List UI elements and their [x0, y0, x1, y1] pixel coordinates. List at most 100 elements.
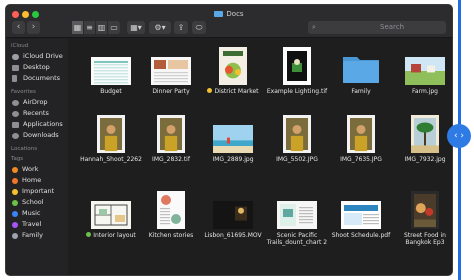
- file-item[interactable]: Street Food in Bangkok Ep3: [394, 187, 452, 246]
- sidebar-item-desktop[interactable]: Desktop: [6, 62, 68, 73]
- file-thumbnail: [219, 47, 247, 85]
- tag-dot-icon: [86, 232, 92, 237]
- file-label: IMG_7635.JPG: [330, 156, 392, 163]
- sidebar-item-label: AirDrop: [23, 98, 48, 106]
- file-item[interactable]: Farm.jpg: [394, 43, 452, 95]
- sidebar-tag-label: Travel: [22, 220, 42, 228]
- sidebar-tag-home[interactable]: Home: [6, 175, 68, 186]
- file-label: IMG_7932.jpg: [394, 156, 452, 163]
- sidebar-tag-travel[interactable]: Travel: [6, 219, 68, 230]
- file-thumbnail: [97, 115, 125, 153]
- file-thumbnail: [411, 191, 439, 229]
- file-thumbnail: [283, 47, 311, 85]
- file-item[interactable]: Example Lighting.tif: [266, 43, 328, 95]
- sidebar-tag-important[interactable]: Important: [6, 186, 68, 197]
- folder-icon: [341, 51, 381, 85]
- list-view-button[interactable]: ≡: [84, 21, 96, 34]
- share-button[interactable]: ⇪: [174, 21, 188, 34]
- file-item[interactable]: Lisbon_61695.MOV: [202, 187, 264, 239]
- sidebar-tag-school[interactable]: School: [6, 197, 68, 208]
- file-thumbnail: [283, 115, 311, 153]
- view-mode-control: ▦ ≡ ▥ ▭: [72, 21, 120, 34]
- sidebar-item-icloud-drive[interactable]: iCloud Drive: [6, 51, 68, 62]
- sidebar-item-downloads[interactable]: Downloads: [6, 130, 68, 141]
- sidebar-item-applications[interactable]: Applications: [6, 119, 68, 130]
- file-thumbnail: [151, 57, 191, 85]
- sidebar-item-documents[interactable]: Documents: [6, 73, 68, 84]
- back-button[interactable]: ‹: [12, 21, 25, 34]
- file-item[interactable]: Interior layout: [80, 187, 142, 239]
- sidebar-tag-label: School: [22, 198, 44, 206]
- cloud-icon: [12, 53, 19, 60]
- icon-view-button[interactable]: ▦: [72, 21, 84, 34]
- sidebar-tag-music[interactable]: Music: [6, 208, 68, 219]
- sidebar-tag-work[interactable]: Work: [6, 164, 68, 175]
- file-item[interactable]: IMG_2889.jpg: [202, 111, 264, 163]
- file-thumbnail: [213, 201, 253, 229]
- gallery-view-button[interactable]: ▭: [108, 21, 120, 34]
- tag-color-dot-icon: [12, 177, 18, 184]
- file-item[interactable]: IMG_7932.jpg: [394, 111, 452, 163]
- tag-color-dot-icon: [12, 166, 18, 173]
- file-label: Dinner Party: [140, 88, 202, 95]
- file-item[interactable]: IMG_7635.JPG: [330, 111, 392, 163]
- forward-button[interactable]: ›: [27, 21, 40, 34]
- sidebar-tag-label: Family: [22, 231, 43, 239]
- file-label: Hannah_Shoot_2262: [80, 156, 142, 163]
- sidebar-item-label: Desktop: [23, 63, 50, 71]
- window-title: Docs: [6, 10, 452, 18]
- tag-button[interactable]: ⬭: [192, 21, 206, 34]
- file-thumbnail: [277, 201, 317, 229]
- search-input[interactable]: ⌕ Search: [308, 21, 446, 34]
- tag-color-dot-icon: [12, 210, 18, 217]
- sidebar-tag-family[interactable]: Family: [6, 230, 68, 241]
- file-item[interactable]: District Market: [202, 43, 264, 95]
- file-name: IMG_7932.jpg: [404, 156, 446, 163]
- file-name: District Market: [214, 88, 259, 95]
- file-item[interactable]: Kitchen stories: [140, 187, 202, 239]
- file-label: IMG_5502.JPG: [266, 156, 328, 163]
- file-name: IMG_5502.JPG: [276, 156, 318, 163]
- split-handle-button[interactable]: ‹ ›: [447, 124, 471, 148]
- applications-icon: [12, 121, 19, 128]
- group-by-button[interactable]: ▦▾: [127, 21, 145, 34]
- sidebar: iCloud iCloud Drive Desktop Documents Fa…: [6, 39, 68, 275]
- sidebar-item-airdrop[interactable]: AirDrop: [6, 97, 68, 108]
- file-label: Budget: [80, 88, 142, 95]
- file-item[interactable]: Scenic Pacific Trails_dount_chart 2: [266, 187, 328, 246]
- file-item[interactable]: Hannah_Shoot_2262: [80, 111, 142, 163]
- sidebar-tag-label: Music: [22, 209, 41, 217]
- file-thumbnail: [213, 125, 253, 153]
- file-item[interactable]: Budget: [80, 43, 142, 95]
- finder-window: Docs ‹ › ▦ ≡ ▥ ▭ ▦▾ ⚙▾ ⇪ ⬭ ⌕ Search iClou…: [5, 4, 453, 276]
- desktop-icon: [12, 64, 19, 71]
- action-button[interactable]: ⚙▾: [149, 21, 171, 34]
- document-icon: [12, 75, 17, 82]
- file-label: Street Food in Bangkok Ep3: [394, 232, 452, 246]
- file-label: Lisbon_61695.MOV: [202, 232, 264, 239]
- file-item[interactable]: IMG_5502.JPG: [266, 111, 328, 163]
- file-item[interactable]: Dinner Party: [140, 43, 202, 95]
- sidebar-header-icloud: iCloud: [11, 43, 29, 49]
- sidebar-item-label: Downloads: [23, 131, 59, 139]
- sidebar-header-tags: Tags: [11, 156, 24, 162]
- sidebar-item-label: Applications: [23, 120, 63, 128]
- sidebar-item-label: Recents: [23, 109, 49, 117]
- file-name: Hannah_Shoot_2262: [80, 156, 142, 163]
- file-item[interactable]: IMG_2832.tif: [140, 111, 202, 163]
- file-thumbnail: [341, 201, 381, 229]
- file-name: Farm.jpg: [412, 88, 438, 95]
- sidebar-header-locations: Locations: [11, 146, 38, 152]
- search-placeholder: Search: [380, 23, 405, 31]
- file-item[interactable]: Shoot Schedule.pdf: [330, 187, 392, 239]
- column-view-button[interactable]: ▥: [96, 21, 108, 34]
- file-item[interactable]: Family: [330, 43, 392, 95]
- sidebar-tag-label: Important: [22, 187, 55, 195]
- file-name: Family: [351, 88, 371, 95]
- file-label: Family: [330, 88, 392, 95]
- file-name: Shoot Schedule.pdf: [331, 232, 391, 239]
- tag-color-dot-icon: [12, 199, 18, 206]
- file-thumbnail: [157, 115, 185, 153]
- sidebar-item-recents[interactable]: Recents: [6, 108, 68, 119]
- file-thumbnail: [157, 191, 185, 229]
